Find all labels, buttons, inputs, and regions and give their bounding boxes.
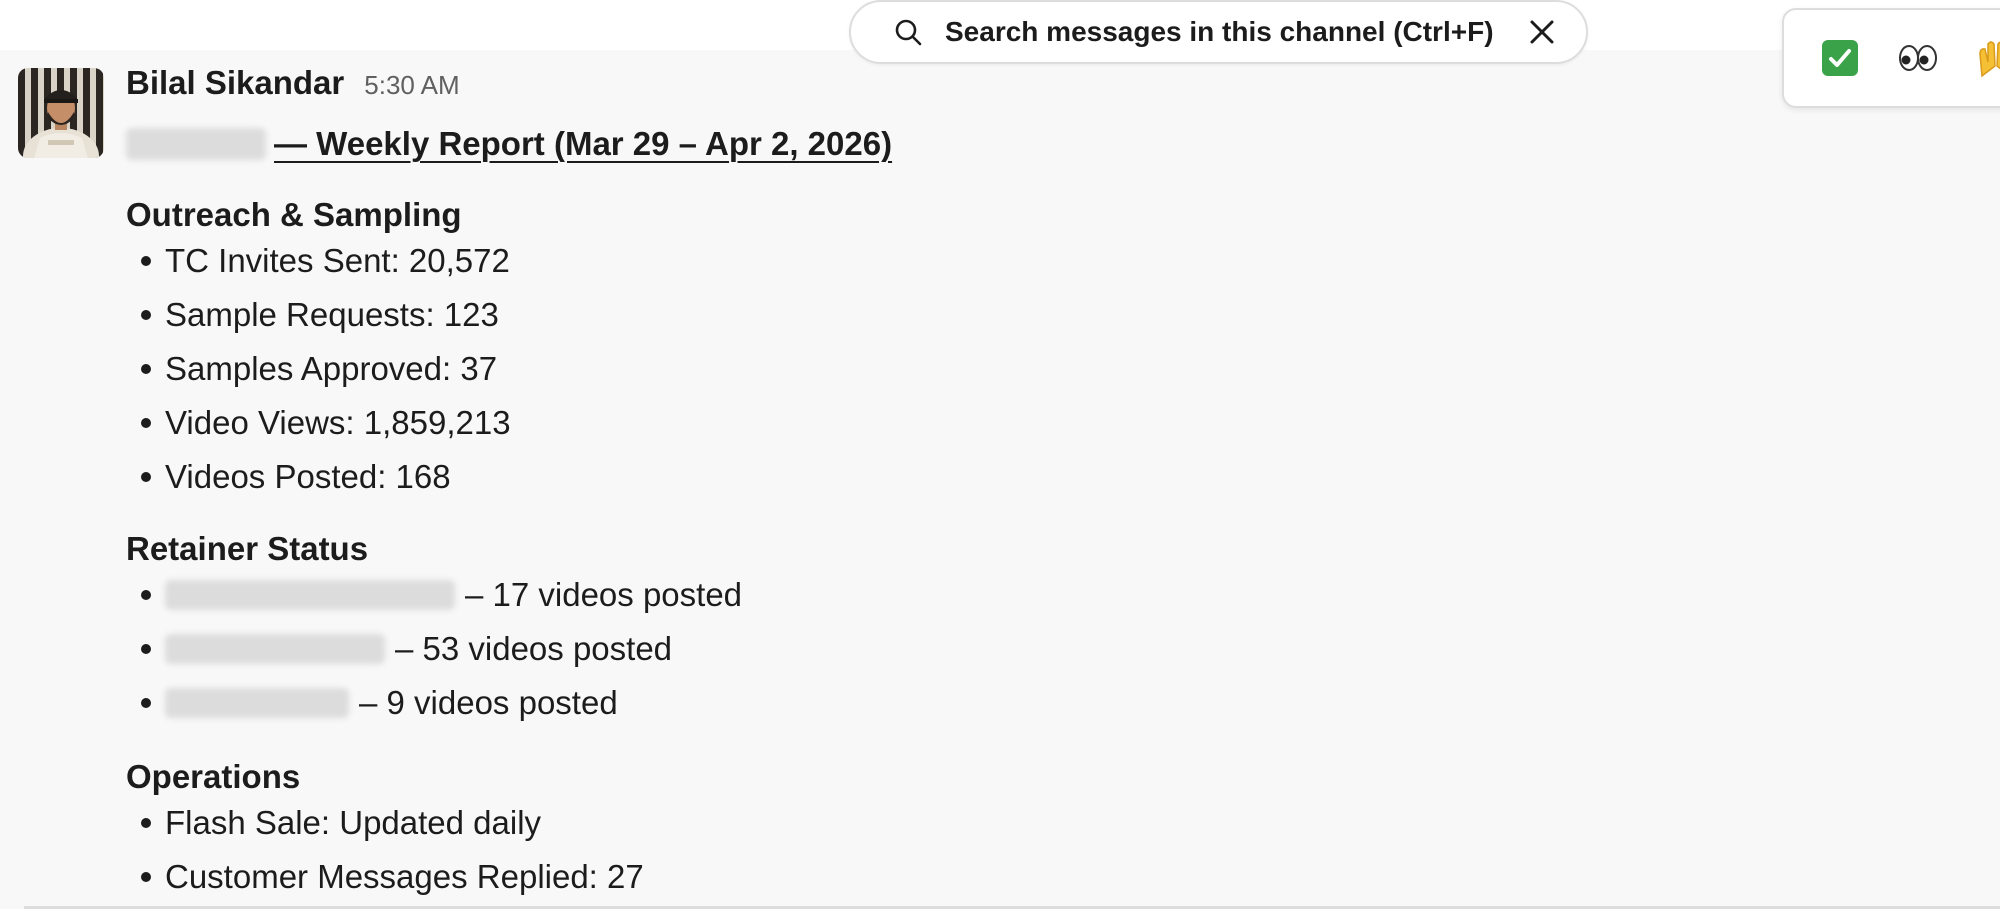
bullet-dot <box>141 310 151 320</box>
message-body: Bilal Sikandar 5:30 AM — Weekly Report (… <box>126 64 1926 904</box>
bullet-dot <box>141 818 151 828</box>
sender-name[interactable]: Bilal Sikandar <box>126 64 344 102</box>
list-item: – 17 videos posted <box>126 568 1926 622</box>
list-item: Video Views: 1,859,213 <box>126 396 1926 450</box>
list-item: Customer Messages Replied: 27 <box>126 850 1926 904</box>
list-item-text: Customer Messages Replied: 27 <box>165 858 644 895</box>
search-input[interactable]: Search messages in this channel (Ctrl+F) <box>945 16 1522 48</box>
close-search-button[interactable] <box>1522 12 1562 52</box>
sender-avatar[interactable] <box>18 68 104 158</box>
list-item: TC Invites Sent: 20,572 <box>126 234 1926 288</box>
message-header: Bilal Sikandar 5:30 AM <box>126 64 1926 114</box>
bullet-dot <box>141 698 151 708</box>
section-heading-outreach: Outreach & Sampling <box>126 196 462 233</box>
section-heading-operations: Operations <box>126 758 301 795</box>
list-item: Videos Posted: 168 <box>126 450 1926 504</box>
close-icon <box>1530 20 1554 44</box>
operations-list: Flash Sale: Updated daily Customer Messa… <box>126 796 1926 904</box>
list-item: – 9 videos posted <box>126 676 1926 730</box>
bullet-dot <box>141 418 151 428</box>
report-title-text: — Weekly Report (Mar 29 – Apr 2, 2026) <box>274 125 893 162</box>
list-item-text: – 17 videos posted <box>465 576 743 613</box>
list-item-text: Videos Posted: 168 <box>165 458 451 495</box>
list-item-text: – 9 videos posted <box>359 684 618 721</box>
list-item-text: Video Views: 1,859,213 <box>165 404 511 441</box>
section-heading-retainer: Retainer Status <box>126 530 369 567</box>
list-item: Sample Requests: 123 <box>126 288 1926 342</box>
outreach-list: TC Invites Sent: 20,572 Sample Requests:… <box>126 234 1926 504</box>
search-icon <box>893 17 923 47</box>
raised-hands-icon <box>1979 41 2000 78</box>
channel-search-bar[interactable]: Search messages in this channel (Ctrl+F) <box>849 0 1588 64</box>
bullet-dot <box>141 364 151 374</box>
retainer-list: – 17 videos posted – 53 videos posted – … <box>126 568 1926 730</box>
report-title-link[interactable]: — Weekly Report (Mar 29 – Apr 2, 2026) <box>126 116 1926 172</box>
message-timestamp[interactable]: 5:30 AM <box>364 70 459 101</box>
redacted-creator-name <box>165 634 385 664</box>
list-item-text: Samples Approved: 37 <box>165 350 498 387</box>
redacted-creator-name <box>165 688 349 718</box>
bullet-dot <box>141 644 151 654</box>
list-item-text: Sample Requests: 123 <box>165 296 499 333</box>
list-item-text: Flash Sale: Updated daily <box>165 804 542 841</box>
redacted-creator-name <box>165 580 455 610</box>
list-item-text: TC Invites Sent: 20,572 <box>165 242 510 279</box>
list-item: – 53 videos posted <box>126 622 1926 676</box>
bullet-dot <box>141 472 151 482</box>
list-item: Flash Sale: Updated daily <box>126 796 1926 850</box>
bullet-dot <box>141 872 151 882</box>
redacted-brand-name <box>126 128 266 160</box>
list-item-text: – 53 videos posted <box>395 630 673 667</box>
list-item: Samples Approved: 37 <box>126 342 1926 396</box>
bullet-dot <box>141 256 151 266</box>
bullet-dot <box>141 590 151 600</box>
react-raised-hands-button[interactable] <box>1966 28 2000 88</box>
